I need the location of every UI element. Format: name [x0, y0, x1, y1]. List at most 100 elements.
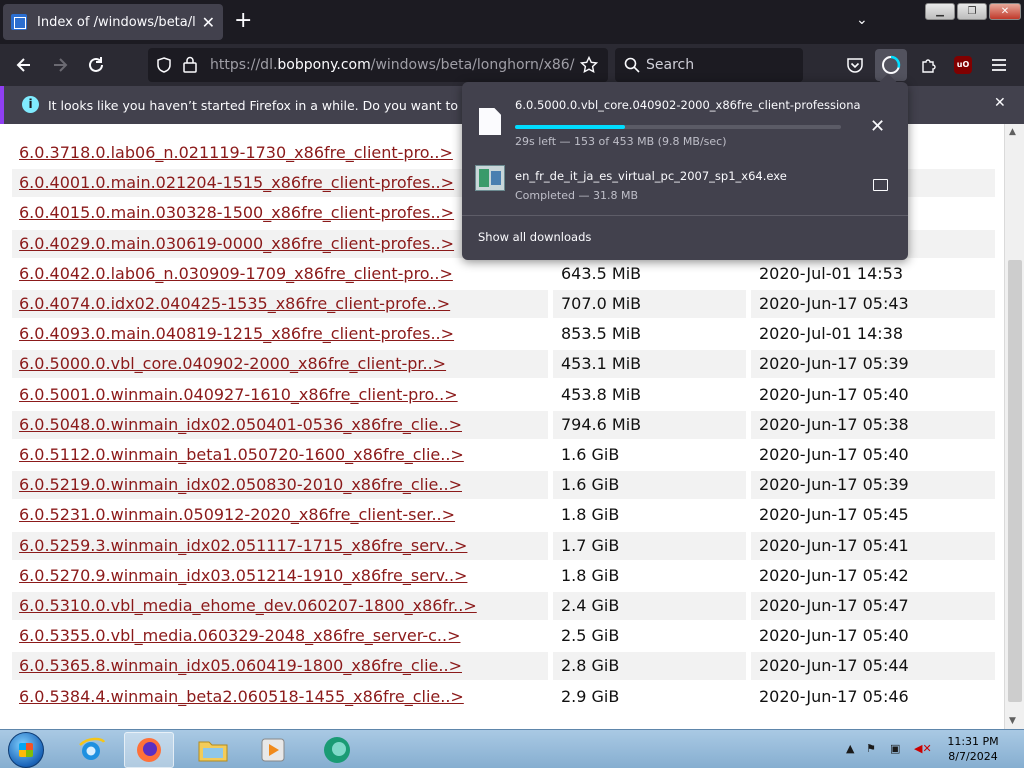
- bookmark-star-icon[interactable]: [580, 56, 598, 74]
- file-link[interactable]: 6.0.5231.0.winmain.050912-2020_x86fre_cl…: [19, 505, 455, 524]
- table-row: 6.0.5048.0.winmain_idx02.050401-0536_x86…: [0, 410, 1004, 440]
- scrollbar-thumb[interactable]: [1008, 260, 1022, 702]
- scroll-up-arrow-icon[interactable]: ▲: [1009, 127, 1016, 137]
- forward-button[interactable]: [49, 54, 71, 76]
- file-date-cell: 2020-Jun-17 05:43: [751, 290, 995, 318]
- file-name-cell: 6.0.5365.8.winmain_idx05.060419-1800_x86…: [12, 652, 548, 681]
- file-name-cell: 6.0.5384.4.winmain_beta2.060518-1455_x86…: [12, 683, 548, 711]
- tab-title: Index of /windows/beta/longho: [37, 14, 196, 30]
- pocket-icon[interactable]: [846, 56, 864, 74]
- new-tab-button[interactable]: +: [234, 8, 252, 34]
- file-link[interactable]: 6.0.4042.0.lab06_n.030909-1709_x86fre_cl…: [19, 264, 453, 283]
- table-row: 6.0.5000.0.vbl_core.040902-2000_x86fre_c…: [0, 349, 1004, 379]
- network-icon[interactable]: ▣: [890, 742, 900, 755]
- file-link[interactable]: 6.0.4074.0.idx02.040425-1535_x86fre_clie…: [19, 294, 450, 313]
- browser-tab[interactable]: Index of /windows/beta/longho ✕: [3, 4, 223, 40]
- file-date-cell: 2020-Jun-17 05:45: [759, 505, 909, 525]
- table-row: 6.0.4042.0.lab06_n.030909-1709_x86fre_cl…: [0, 259, 1004, 289]
- file-date-cell: 2020-Jun-17 05:40: [759, 445, 909, 464]
- lock-icon[interactable]: [182, 56, 198, 73]
- file-date-cell: 2020-Jun-17 05:40: [759, 626, 909, 646]
- tracking-protection-shield-icon[interactable]: [156, 57, 172, 73]
- open-folder-icon[interactable]: [873, 179, 888, 191]
- file-link[interactable]: 6.0.5384.4.winmain_beta2.060518-1455_x86…: [19, 687, 464, 706]
- file-date-cell: 2020-Jun-17 05:46: [759, 686, 909, 706]
- file-link[interactable]: 6.0.5048.0.winmain_idx02.050401-0536_x86…: [19, 415, 462, 434]
- download-filename: 6.0.5000.0.vbl_core.040902-2000_x86fre_c…: [515, 98, 861, 112]
- reload-icon: [89, 57, 103, 72]
- clock-time: 11:31 PM: [947, 735, 999, 748]
- file-link[interactable]: 6.0.5270.9.winmain_idx03.051214-1910_x86…: [19, 566, 467, 585]
- download-progress-bar: [515, 125, 841, 129]
- volume-muted-icon[interactable]: ◀✕: [914, 742, 932, 755]
- file-link[interactable]: 6.0.5000.0.vbl_core.040902-2000_x86fre_c…: [19, 354, 446, 373]
- table-row: 6.0.5001.0.winmain.040927-1610_x86fre_cl…: [0, 380, 1004, 410]
- file-size-cell: 2.8 GiB: [553, 652, 746, 681]
- file-link[interactable]: 6.0.4029.0.main.030619-0000_x86fre_clien…: [19, 234, 454, 253]
- file-size-cell: 707.0 MiB: [553, 290, 746, 318]
- close-window-button[interactable]: ✕: [989, 3, 1021, 20]
- scroll-down-arrow-icon[interactable]: ▼: [1009, 716, 1016, 726]
- file-link[interactable]: 6.0.5219.0.winmain_idx02.050830-2010_x86…: [19, 475, 462, 494]
- start-button[interactable]: [8, 732, 44, 768]
- list-all-tabs-button[interactable]: ⌄: [856, 12, 868, 28]
- file-name-cell: 6.0.5355.0.vbl_media.060329-2048_x86fre_…: [12, 622, 548, 650]
- taskbar-internet-explorer[interactable]: [66, 732, 116, 768]
- show-all-downloads-button[interactable]: Show all downloads: [478, 230, 591, 244]
- minimize-button[interactable]: ▁: [925, 3, 955, 20]
- file-size-cell: 2.9 GiB: [561, 686, 620, 706]
- page-scrollbar[interactable]: ▲ ▼: [1004, 124, 1024, 729]
- file-icon: [479, 108, 501, 135]
- back-arrow-icon: [16, 58, 30, 72]
- download-item-completed[interactable]: en_fr_de_it_ja_es_virtual_pc_2007_sp1_x6…: [462, 152, 908, 212]
- internet-explorer-icon: [79, 737, 106, 760]
- taskbar-app[interactable]: [312, 732, 362, 768]
- exe-file-icon: [475, 165, 505, 191]
- navigation-toolbar: https://dl.bobpony.com/windows/beta/long…: [0, 44, 1024, 86]
- media-player-icon: [261, 738, 285, 762]
- action-center-flag-icon[interactable]: ⚑: [866, 742, 876, 755]
- file-link[interactable]: 6.0.4015.0.main.030328-1500_x86fre_clien…: [19, 203, 454, 222]
- file-link[interactable]: 6.0.5365.8.winmain_idx05.060419-1800_x86…: [19, 656, 462, 675]
- file-name-cell: 6.0.5259.3.winmain_idx02.051117-1715_x86…: [12, 531, 548, 560]
- file-link[interactable]: 6.0.5259.3.winmain_idx02.051117-1715_x86…: [19, 536, 467, 555]
- extensions-puzzle-icon[interactable]: [920, 56, 938, 74]
- taskbar-firefox[interactable]: [124, 732, 174, 768]
- url-text[interactable]: https://dl.bobpony.com/windows/beta/long…: [210, 57, 574, 73]
- tab-close-icon[interactable]: ✕: [202, 13, 215, 32]
- file-name-cell: 6.0.5270.9.winmain_idx03.051214-1910_x86…: [12, 562, 548, 590]
- system-clock[interactable]: 11:31 PM 8/7/2024: [940, 734, 1006, 764]
- file-size-cell: 853.5 MiB: [561, 324, 642, 344]
- notification-close-icon[interactable]: ✕: [994, 95, 1006, 111]
- file-size-cell: 2.5 GiB: [561, 626, 620, 646]
- table-row: 6.0.5112.0.winmain_beta1.050720-1600_x86…: [0, 440, 1004, 470]
- download-progress-icon: [882, 55, 901, 74]
- restore-button[interactable]: ❐: [957, 3, 987, 20]
- taskbar-file-explorer[interactable]: [188, 732, 238, 768]
- file-name-cell: 6.0.4093.0.main.040819-1215_x86fre_clien…: [12, 320, 548, 348]
- folder-icon: [198, 741, 228, 762]
- table-row: 6.0.5365.8.winmain_idx05.060419-1800_x86…: [0, 651, 1004, 681]
- back-button[interactable]: [13, 54, 35, 76]
- file-link[interactable]: 6.0.4001.0.main.021204-1515_x86fre_clien…: [19, 173, 454, 192]
- download-item-in-progress[interactable]: 6.0.5000.0.vbl_core.040902-2000_x86fre_c…: [462, 90, 908, 150]
- search-bar[interactable]: Search: [615, 48, 803, 82]
- file-link[interactable]: 6.0.5355.0.vbl_media.060329-2048_x86fre_…: [19, 626, 460, 645]
- file-link[interactable]: 6.0.3718.0.lab06_n.021119-1730_x86fre_cl…: [19, 143, 453, 162]
- file-link[interactable]: 6.0.5112.0.winmain_beta1.050720-1600_x86…: [19, 445, 464, 464]
- taskbar-media-player[interactable]: [248, 732, 298, 768]
- hamburger-menu-icon[interactable]: [991, 57, 1007, 73]
- file-link[interactable]: 6.0.5310.0.vbl_media_ehome_dev.060207-18…: [19, 596, 477, 615]
- table-row: 6.0.5270.9.winmain_idx03.051214-1910_x86…: [0, 561, 1004, 591]
- file-link[interactable]: 6.0.5001.0.winmain.040927-1610_x86fre_cl…: [19, 385, 458, 404]
- file-date-cell: 2020-Jun-17 05:42: [759, 565, 909, 585]
- address-bar[interactable]: https://dl.bobpony.com/windows/beta/long…: [148, 48, 608, 82]
- file-date-cell: 2020-Jun-17 05:47: [751, 592, 995, 620]
- reload-button[interactable]: [85, 54, 107, 76]
- show-hidden-icons-icon[interactable]: ▲: [846, 742, 854, 755]
- file-link[interactable]: 6.0.4093.0.main.040819-1215_x86fre_clien…: [19, 324, 454, 343]
- download-status: 29s left — 153 of 453 MB (9.8 MB/sec): [515, 135, 727, 148]
- download-status: Completed — 31.8 MB: [515, 189, 639, 202]
- cancel-download-icon[interactable]: ✕: [870, 116, 885, 137]
- ublock-origin-icon[interactable]: uO: [954, 56, 972, 74]
